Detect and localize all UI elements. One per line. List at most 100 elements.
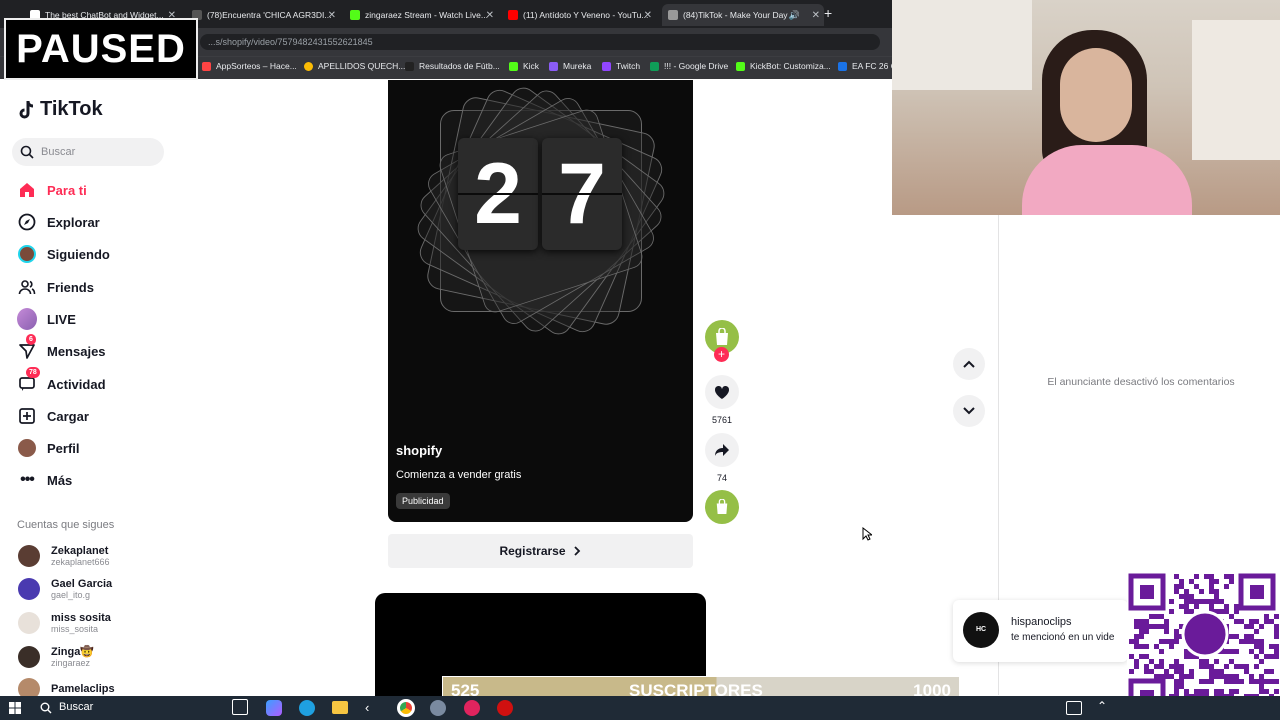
qr-module	[1254, 629, 1259, 634]
copilot-icon[interactable]	[266, 700, 282, 716]
qr-module	[1269, 669, 1274, 674]
nav-cargar[interactable]: Cargar	[17, 406, 89, 426]
close-tab-icon[interactable]: ✕	[644, 10, 652, 21]
qr-module	[1179, 664, 1184, 669]
bookmark-item[interactable]: Kick	[509, 61, 539, 71]
bookmark-item[interactable]: Twitch	[602, 61, 640, 71]
settings-icon[interactable]	[430, 700, 446, 716]
qr-module	[1259, 644, 1264, 649]
qr-module	[1219, 689, 1224, 694]
qr-finder-center	[1250, 585, 1264, 599]
video-description: Comienza a vender gratis	[396, 469, 522, 481]
qr-module	[1184, 674, 1189, 679]
task-view-icon[interactable]	[232, 699, 248, 715]
qr-module	[1159, 659, 1164, 664]
browser-tab[interactable]: (11) Antídoto Y Veneno - YouTu... ✕	[508, 4, 656, 26]
like-button[interactable]	[705, 375, 739, 409]
qr-module	[1164, 629, 1169, 634]
qr-module	[1209, 579, 1214, 584]
nav-actividad[interactable]: 78 Actividad	[17, 367, 106, 394]
register-button[interactable]: Registrarse	[388, 534, 693, 568]
qr-module	[1214, 674, 1219, 679]
windows-start-icon[interactable]	[9, 702, 21, 714]
qr-module	[1234, 689, 1239, 694]
qr-module	[1229, 649, 1234, 654]
bookmark-item[interactable]: Mureka	[549, 61, 591, 71]
qr-module	[1214, 589, 1219, 594]
app-icon[interactable]: ‹	[365, 700, 369, 715]
nav-perfil[interactable]: Perfil	[17, 438, 80, 458]
kick-favicon-icon	[350, 10, 360, 20]
bookmark-item[interactable]: AppSorteos – Hace...	[202, 61, 297, 71]
qr-module	[1184, 594, 1189, 599]
qr-module	[1184, 609, 1189, 614]
file-explorer-icon[interactable]	[332, 701, 348, 714]
qr-module	[1174, 574, 1179, 579]
bookmark-item[interactable]: EA FC 26 C	[838, 61, 897, 71]
following-account[interactable]: Zekaplanet zekaplanet666	[18, 545, 110, 567]
url-field[interactable]: ...s/shopify/video/7579482431552621845	[200, 34, 880, 50]
next-video-button[interactable]	[953, 395, 985, 427]
edge-icon[interactable]	[299, 700, 315, 716]
share-button[interactable]	[705, 433, 739, 467]
search-placeholder: Buscar	[41, 146, 76, 158]
avatar	[18, 545, 40, 567]
following-account[interactable]: Gael Garcia gael_ito.g	[18, 578, 112, 600]
notification-text: te mencionó en un vide	[1011, 632, 1115, 643]
tray-keyboard-icon[interactable]	[1066, 701, 1082, 715]
tiktok-note-icon	[19, 100, 34, 118]
qr-module	[1219, 669, 1224, 674]
qr-module	[1259, 684, 1264, 689]
previous-video-button[interactable]	[953, 348, 985, 380]
mention-notification[interactable]: HC hispanoclips te mencionó en un vide	[953, 600, 1128, 662]
nav-mas[interactable]: ••• Más	[17, 470, 72, 490]
tray-chevron-up-icon[interactable]: ⌃	[1097, 699, 1107, 713]
bookmark-item[interactable]: !!! - Google Drive	[650, 61, 728, 71]
following-account[interactable]: Zinga🤠 zingaraez	[18, 645, 94, 668]
tiktok-logo[interactable]: TikTok	[18, 98, 103, 121]
browser-tab-active[interactable]: (84)TikTok - Make Your Day 🔊 ✕	[662, 4, 824, 26]
nav-explorar[interactable]: Explorar	[17, 212, 100, 232]
browser-tab[interactable]: zingaraez Stream - Watch Live... ✕	[350, 4, 498, 26]
qr-module	[1204, 659, 1209, 664]
qr-module	[1269, 654, 1274, 659]
taskbar-search-label[interactable]: Buscar	[59, 701, 93, 713]
qr-module	[1229, 614, 1234, 619]
nav-mensajes[interactable]: 6 Mensajes	[17, 334, 106, 361]
qr-module	[1254, 639, 1259, 644]
qr-module	[1239, 664, 1244, 669]
app-icon[interactable]	[497, 700, 513, 716]
app-icon[interactable]	[464, 700, 480, 716]
close-tab-icon[interactable]: ✕	[812, 10, 820, 21]
qr-module	[1189, 599, 1194, 604]
speaker-icon[interactable]: 🔊	[789, 10, 800, 21]
twitch-favicon-icon	[602, 61, 611, 71]
nav-siguiendo[interactable]: Siguiendo	[17, 244, 110, 264]
follow-plus-button[interactable]: +	[714, 347, 729, 362]
qr-module	[1224, 674, 1229, 679]
nav-friends[interactable]: Friends	[17, 277, 94, 297]
qr-module	[1179, 594, 1184, 599]
qr-module	[1169, 609, 1174, 614]
search-input[interactable]: Buscar	[12, 138, 164, 166]
qr-module	[1164, 669, 1169, 674]
drive-favicon-icon	[650, 61, 659, 71]
close-tab-icon[interactable]: ✕	[486, 10, 494, 21]
qr-module	[1274, 679, 1279, 684]
qr-module	[1199, 679, 1204, 684]
bookmark-item[interactable]: APELLIDOS QUECH...	[304, 61, 405, 71]
bookmark-item[interactable]: KickBot: Customiza...	[736, 61, 831, 71]
shopify-music-disc[interactable]	[705, 490, 739, 524]
qr-module	[1224, 664, 1229, 669]
close-tab-icon[interactable]: ✕	[328, 10, 336, 21]
new-tab-icon[interactable]: +	[824, 5, 832, 21]
video-author[interactable]: shopify	[396, 443, 442, 458]
nav-para-ti[interactable]: Para ti	[17, 180, 87, 200]
browser-tab[interactable]: (78)Encuentra 'CHICA AGR3DI... ✕	[192, 4, 340, 26]
following-account[interactable]: miss sosita miss_sosita	[18, 612, 111, 634]
qr-module	[1169, 664, 1174, 669]
qr-module	[1144, 644, 1149, 649]
chrome-icon[interactable]	[397, 699, 415, 717]
nav-live[interactable]: LIVE	[17, 308, 76, 330]
bookmark-item[interactable]: Resultados de Fútb...	[405, 61, 500, 71]
